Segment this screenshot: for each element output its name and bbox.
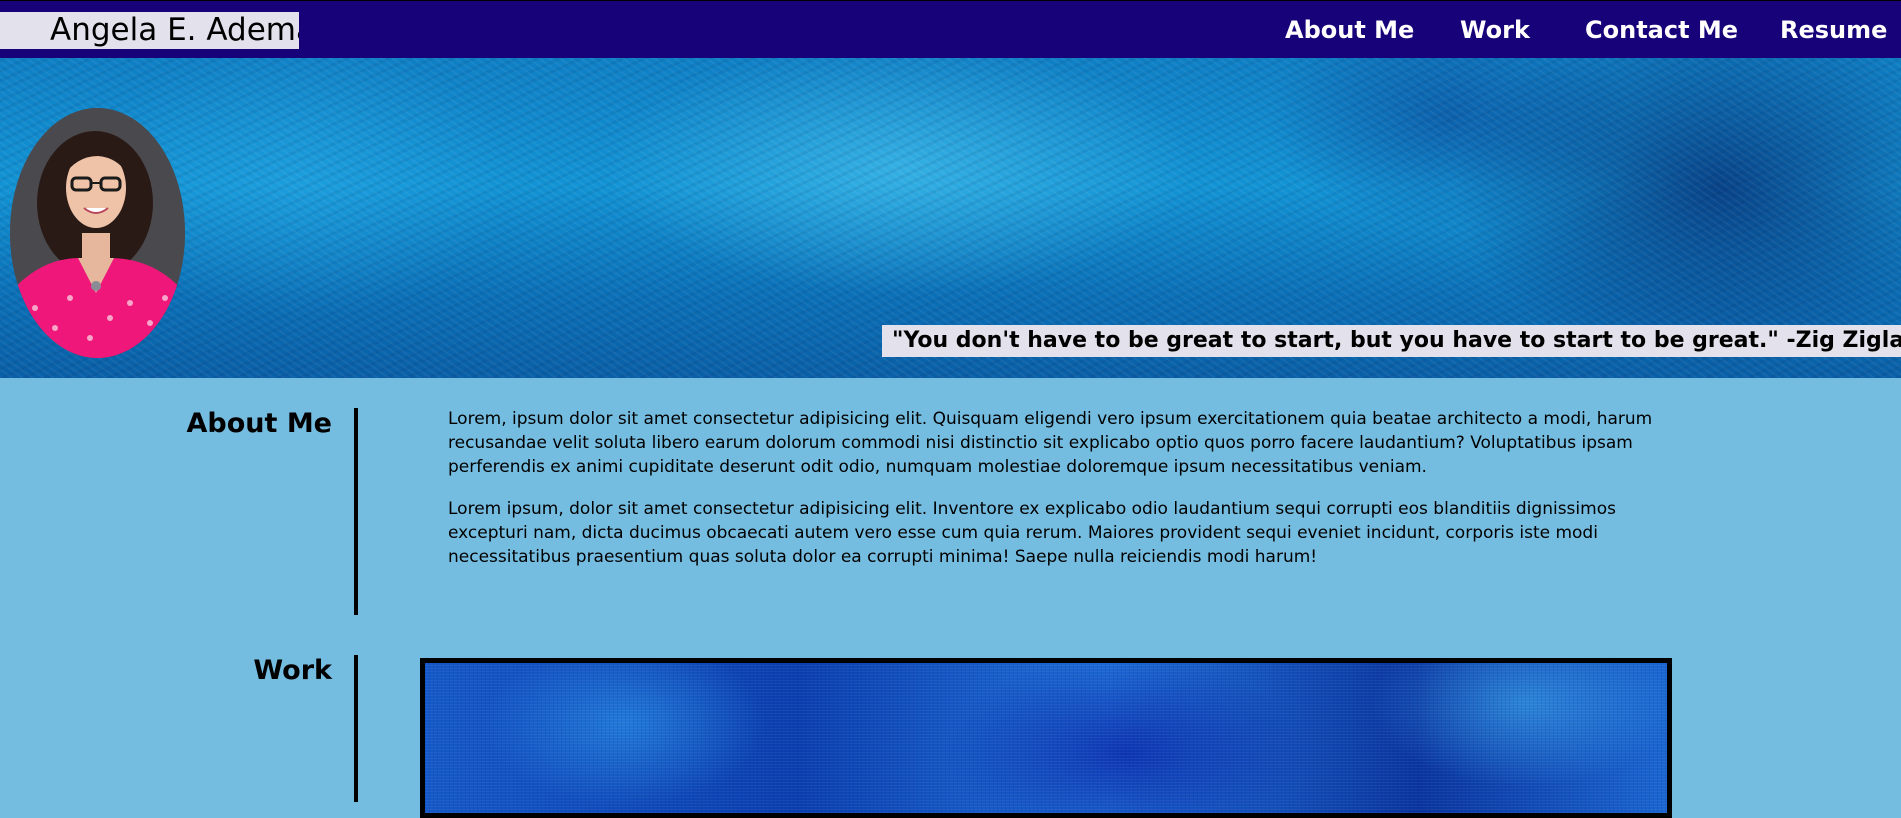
work-showcase-image[interactable]: [420, 658, 1672, 818]
about-paragraph-1: Lorem, ipsum dolor sit amet consectetur …: [448, 409, 1653, 477]
nav-link-about-me[interactable]: About Me: [1285, 15, 1414, 45]
profile-photo-icon: [10, 108, 185, 358]
nav-link-work[interactable]: Work: [1460, 15, 1530, 45]
hero-banner: "You don't have to be great to start, bu…: [0, 58, 1901, 378]
about-paragraph-2: Lorem ipsum, dolor sit amet consectetur …: [448, 499, 1616, 567]
nav-link-contact-me[interactable]: Contact Me: [1585, 15, 1738, 45]
about-text: Lorem, ipsum dolor sit amet consectetur …: [448, 407, 1673, 587]
work-divider: [354, 655, 358, 802]
top-navbar: Angela E. Adema About Me Work Contact Me…: [0, 0, 1901, 58]
about-section-title: About Me: [186, 408, 332, 439]
about-divider: [354, 408, 358, 615]
site-brand[interactable]: Angela E. Adema: [0, 12, 299, 49]
nav-link-resume[interactable]: Resume: [1780, 15, 1887, 45]
work-image-texture: [425, 663, 1667, 813]
work-section-title: Work: [253, 655, 332, 686]
hero-quote: "You don't have to be great to start, bu…: [882, 325, 1901, 357]
profile-photo-avatar: [10, 108, 185, 358]
